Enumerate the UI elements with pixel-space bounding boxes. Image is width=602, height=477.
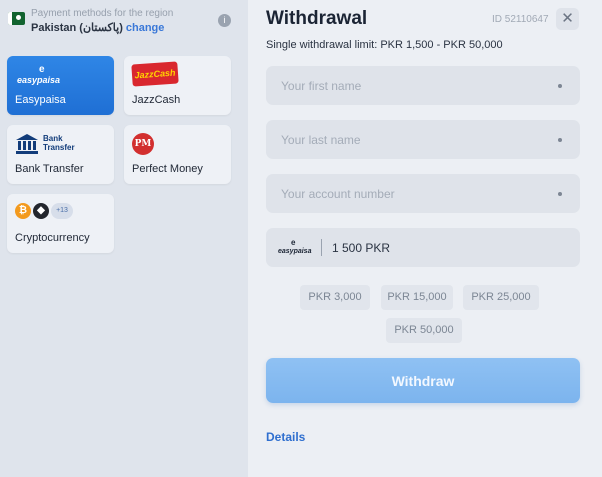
more-coins-badge: +13: [51, 203, 73, 219]
user-id: ID 52110647: [492, 14, 549, 25]
method-label: Cryptocurrency: [15, 232, 90, 244]
method-label: Perfect Money: [132, 163, 203, 175]
info-icon[interactable]: i: [218, 14, 231, 27]
account-number-field: [266, 174, 580, 213]
method-card-cryptocurrency[interactable]: ₿ ◆ +13 Cryptocurrency: [7, 194, 114, 253]
bank-logo-text: Bank Transfer: [43, 134, 75, 152]
region-country: Pakistan (پاکستان) change: [31, 21, 164, 34]
method-card-easypaisa[interactable]: e easypaisa Easypaisa: [7, 56, 114, 115]
last-name-input[interactable]: [266, 120, 580, 159]
pakistan-flag-icon: [8, 12, 25, 25]
easypaisa-logo-mark: e: [39, 64, 45, 75]
required-indicator-icon: [558, 84, 562, 88]
amount-input[interactable]: [266, 228, 580, 267]
method-label: JazzCash: [132, 94, 181, 106]
method-card-bank-transfer[interactable]: Bank Transfer Bank Transfer: [7, 125, 114, 184]
payment-methods-panel: Payment methods for the region Pakistan …: [0, 0, 248, 477]
withdrawal-limit-text: Single withdrawal limit: PKR 1,500 - PKR…: [266, 39, 503, 51]
easypaisa-logo-text: easypaisa: [17, 75, 61, 85]
account-number-input[interactable]: [266, 174, 580, 213]
last-name-field: [266, 120, 580, 159]
jazzcash-logo-icon: JazzCash: [131, 61, 179, 87]
method-card-perfect-money[interactable]: PM Perfect Money: [124, 125, 231, 184]
details-link[interactable]: Details: [266, 430, 305, 444]
page-title: Withdrawal: [266, 8, 368, 29]
withdrawal-panel: Withdrawal ID 52110647 ✕ Single withdraw…: [248, 0, 602, 477]
bank-building-icon: Bank Transfer: [15, 133, 85, 159]
region-selector: Payment methods for the region Pakistan …: [8, 8, 240, 38]
required-indicator-icon: [558, 138, 562, 142]
change-region-link[interactable]: change: [126, 22, 165, 34]
quick-amount-25000[interactable]: PKR 25,000: [463, 285, 539, 310]
region-label: Payment methods for the region: [31, 8, 174, 19]
quick-amount-50000[interactable]: PKR 50,000: [386, 318, 462, 343]
easypaisa-logo-icon: e easypaisa: [15, 64, 75, 86]
required-indicator-icon: [558, 192, 562, 196]
region-country-name: Pakistan (پاکستان): [31, 22, 123, 34]
amount-field: e easypaisa: [266, 228, 580, 267]
method-label: Bank Transfer: [15, 163, 84, 175]
close-button[interactable]: ✕: [556, 8, 579, 30]
method-card-jazzcash[interactable]: JazzCash JazzCash: [124, 56, 231, 115]
quick-amount-15000[interactable]: PKR 15,000: [381, 285, 453, 310]
withdraw-button[interactable]: Withdraw: [266, 358, 580, 403]
first-name-field: [266, 66, 580, 105]
method-label: Easypaisa: [15, 94, 66, 106]
first-name-input[interactable]: [266, 66, 580, 105]
ethereum-icon: ◆: [33, 203, 49, 219]
quick-amount-3000[interactable]: PKR 3,000: [300, 285, 370, 310]
bitcoin-icon: ₿: [15, 203, 31, 219]
perfect-money-logo-icon: PM: [132, 133, 154, 155]
